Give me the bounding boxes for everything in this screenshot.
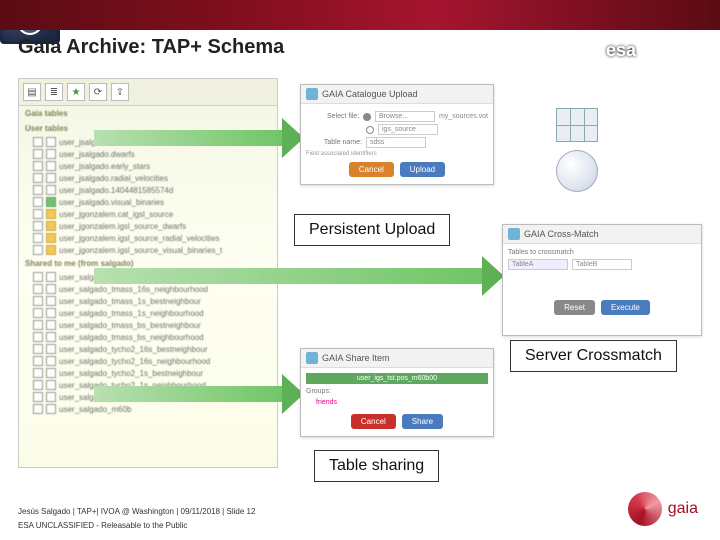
header-band [0, 0, 720, 30]
page-title: Gaia Archive: TAP+ Schema [18, 36, 284, 59]
tablename-input[interactable]: sdss [366, 137, 426, 148]
upload-title: GAIA Catalogue Upload [322, 89, 418, 99]
share-title: GAIA Share Item [322, 353, 390, 363]
share-cancel-button[interactable]: Cancel [351, 414, 396, 429]
tree-item[interactable]: user_salgado_tycho2_16s_neighbourhood [19, 355, 277, 367]
tree-item[interactable]: user_jgonzalem.cat_igsl_source [19, 208, 277, 220]
tree-item[interactable]: user_salgado_tmass_1s_neighbourhood [19, 307, 277, 319]
radio[interactable] [363, 113, 371, 121]
arrow-share [94, 374, 304, 414]
cancel-button[interactable]: Cancel [349, 162, 394, 177]
tree-item[interactable]: user_salgado_tmass_bs_neighbourhood [19, 331, 277, 343]
radio[interactable] [366, 126, 374, 134]
star-icon[interactable]: ★ [67, 83, 85, 101]
share-dialog: GAIA Share Item user_igs_tst.pos_m60b00 … [300, 348, 494, 437]
tree-item[interactable]: user_jgonzalem.igsl_source_visual_binari… [19, 244, 277, 256]
tree-item[interactable]: user_salgado_tycho2_16s_bestneighbour [19, 343, 277, 355]
share-item-icon [306, 352, 318, 364]
tree-item[interactable]: user_jgonzalem.igsl_source_radial_veloci… [19, 232, 277, 244]
crossmatch-title: GAIA Cross-Match [524, 229, 599, 239]
crossmatch-dialog: GAIA Cross-Match Tables to crossmatch Ta… [502, 224, 702, 336]
crossmatch-icon [508, 228, 520, 240]
upload-button[interactable]: Upload [400, 162, 445, 177]
browse-button[interactable]: Browse... [375, 111, 435, 122]
reset-button[interactable]: Reset [554, 300, 595, 315]
share-item-name: user_igs_tst.pos_m60b00 [306, 373, 488, 384]
upload-dialog: GAIA Catalogue Upload Select file:Browse… [300, 84, 494, 185]
format-input[interactable]: igs_source [378, 124, 438, 135]
callout-crossmatch: Server Crossmatch [510, 340, 677, 372]
refresh-icon[interactable]: ⟳ [89, 83, 107, 101]
gaia-swirl-icon [628, 492, 662, 526]
layers-icon[interactable]: ≣ [45, 83, 63, 101]
tree-item[interactable]: user_salgado_tmass_bs_bestneighbour [19, 319, 277, 331]
arrow-crossmatch [94, 256, 504, 296]
tree-item[interactable]: user_salgado_tmass_1s_bestneighbour [19, 295, 277, 307]
catalogue-icon [306, 88, 318, 100]
tree-item[interactable]: user_jsalgado.visual_binaries [19, 196, 277, 208]
share-submit-button[interactable]: Share [402, 414, 443, 429]
arrow-upload [94, 118, 304, 158]
gaia-logo: gaia [628, 492, 698, 526]
tree-item[interactable]: user_jsalgado.1404481585574d [19, 184, 277, 196]
callout-upload: Persistent Upload [294, 214, 450, 246]
gaia-text: gaia [668, 500, 698, 518]
table-icon [556, 108, 598, 142]
tree-toolbar: ▤ ≣ ★ ⟳ ⇪ [19, 79, 277, 106]
footer-meta: Jesús Salgado | TAP+| IVOA @ Washington … [18, 507, 255, 516]
tableb-select[interactable]: TableB [572, 259, 632, 270]
footer-classification: ESA UNCLASSIFIED - Releasable to the Pub… [18, 521, 187, 530]
share-group: friends [316, 399, 488, 406]
globe-icon [556, 150, 598, 192]
tree-item[interactable]: user_jgonzalem.igsl_source_dwarfs [19, 220, 277, 232]
execute-button[interactable]: Execute [601, 300, 650, 315]
tablea-select[interactable]: TableA [508, 259, 568, 270]
esa-text: esa [606, 40, 636, 61]
callout-share: Table sharing [314, 450, 439, 482]
share-icon[interactable]: ⇪ [111, 83, 129, 101]
tree-item[interactable]: user_jsalgado.radial_velocities [19, 172, 277, 184]
tree-item[interactable]: user_jsalgado.early_stars [19, 160, 277, 172]
db-icon[interactable]: ▤ [23, 83, 41, 101]
